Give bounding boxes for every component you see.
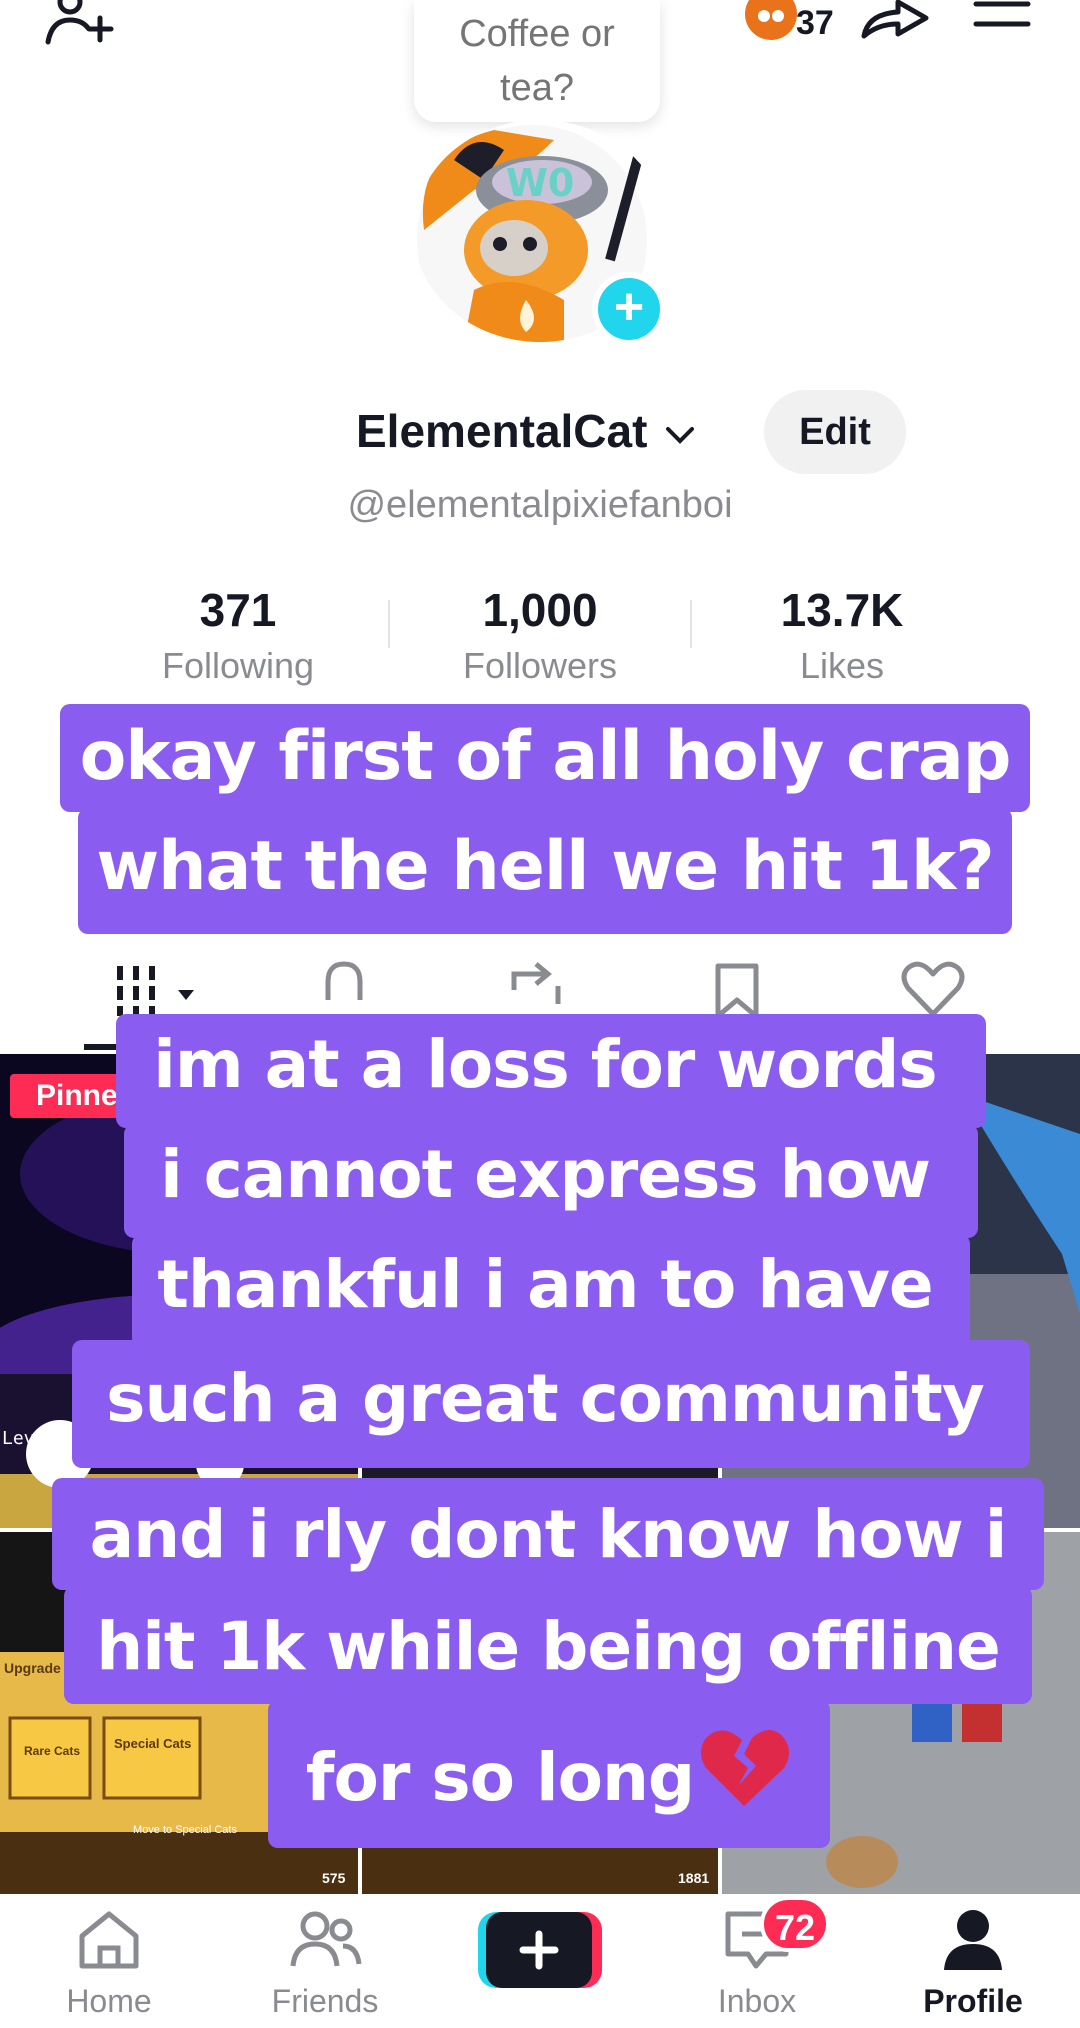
- nav-home-label: Home: [66, 1983, 152, 2019]
- nav-inbox-label: Inbox: [717, 1983, 797, 2019]
- note-bubble[interactable]: Coffee or tea?: [414, 0, 660, 122]
- caption-line: i cannot express how: [160, 1136, 931, 1213]
- stat-likes[interactable]: 13.7K Likes: [692, 582, 992, 690]
- inbox-badge: 72: [760, 1896, 830, 1952]
- thumbnail-rare-cats-text: Rare Cats: [24, 1744, 81, 1758]
- display-name-text: ElementalCat: [356, 405, 648, 457]
- bookmark-icon: [715, 963, 759, 1019]
- create-button[interactable]: [478, 1908, 602, 1992]
- tab-videos[interactable]: [116, 960, 206, 1016]
- coin-badge[interactable]: 37: [744, 0, 854, 48]
- caption-line: what the hell we hit 1k?: [96, 827, 994, 906]
- nav-friends-label: Friends: [271, 1983, 379, 2019]
- stat-following-label: Following: [161, 645, 315, 686]
- caption-line: im at a loss for words: [153, 1026, 937, 1103]
- thumbnail-counter-b: 1881: [678, 1870, 710, 1886]
- note-bubble-text: Coffee or tea?: [459, 13, 615, 109]
- stat-following[interactable]: 371 Following: [88, 582, 388, 690]
- nav-profile[interactable]: Profile: [888, 1908, 1058, 2020]
- broken-heart-icon: [701, 1730, 790, 1806]
- add-friend-icon[interactable]: [40, 0, 116, 50]
- profile-handle: @elementalpixiefanboi: [347, 484, 733, 526]
- stat-followers-label: Followers: [462, 645, 618, 686]
- share-icon[interactable]: [858, 0, 932, 44]
- stat-followers[interactable]: 1,000 Followers: [390, 582, 690, 690]
- edit-profile-label: Edit: [799, 410, 871, 453]
- tab-reposts[interactable]: [504, 960, 568, 1016]
- stat-likes-label: Likes: [799, 645, 885, 686]
- tab-favorites[interactable]: [712, 960, 762, 1019]
- thumbnail-special-cats-text: Special Cats: [114, 1736, 192, 1751]
- svg-text:W0: W0: [506, 161, 574, 205]
- coin-count: 37: [796, 4, 834, 42]
- home-icon: [79, 1911, 139, 1969]
- thumbnail-move-to-text: Move to Special Cats: [133, 1824, 237, 1836]
- repost-icon: [511, 962, 561, 1004]
- display-name[interactable]: ElementalCat: [356, 404, 696, 458]
- add-avatar-button[interactable]: +: [592, 272, 666, 346]
- profile-icon: [944, 1910, 1002, 1970]
- thumbnail-counter-a: 575: [322, 1870, 346, 1886]
- stat-followers-value: 1,000: [482, 584, 598, 636]
- grid-icon: [117, 966, 194, 1016]
- nav-profile-label: Profile: [923, 1983, 1023, 2019]
- stat-following-value: 371: [199, 584, 277, 636]
- caption-line: for so long: [268, 1726, 830, 1821]
- caption-line: hit 1k while being offline: [96, 1608, 1000, 1685]
- chevron-down-icon: [666, 427, 695, 444]
- heart-icon: [901, 961, 965, 1017]
- edit-profile-button[interactable]: Edit: [764, 390, 906, 474]
- tab-private[interactable]: [314, 960, 374, 1016]
- caption-line: thankful i am to have: [157, 1246, 933, 1323]
- stat-likes-value: 13.7K: [780, 584, 904, 636]
- lock-icon: [325, 961, 363, 1000]
- coin-avatar-icon: [745, 0, 797, 40]
- caption-line: such a great community: [106, 1360, 985, 1437]
- menu-icon[interactable]: [972, 0, 1032, 34]
- tab-liked[interactable]: [900, 960, 966, 1017]
- caption-line-text: for so long: [305, 1739, 695, 1816]
- caption-line: okay first of all holy crap: [79, 717, 1012, 796]
- nav-home[interactable]: Home: [24, 1908, 194, 2020]
- friends-icon: [290, 1911, 362, 1967]
- nav-friends[interactable]: Friends: [240, 1908, 410, 2020]
- caption-line: and i rly dont know how i: [89, 1496, 1008, 1573]
